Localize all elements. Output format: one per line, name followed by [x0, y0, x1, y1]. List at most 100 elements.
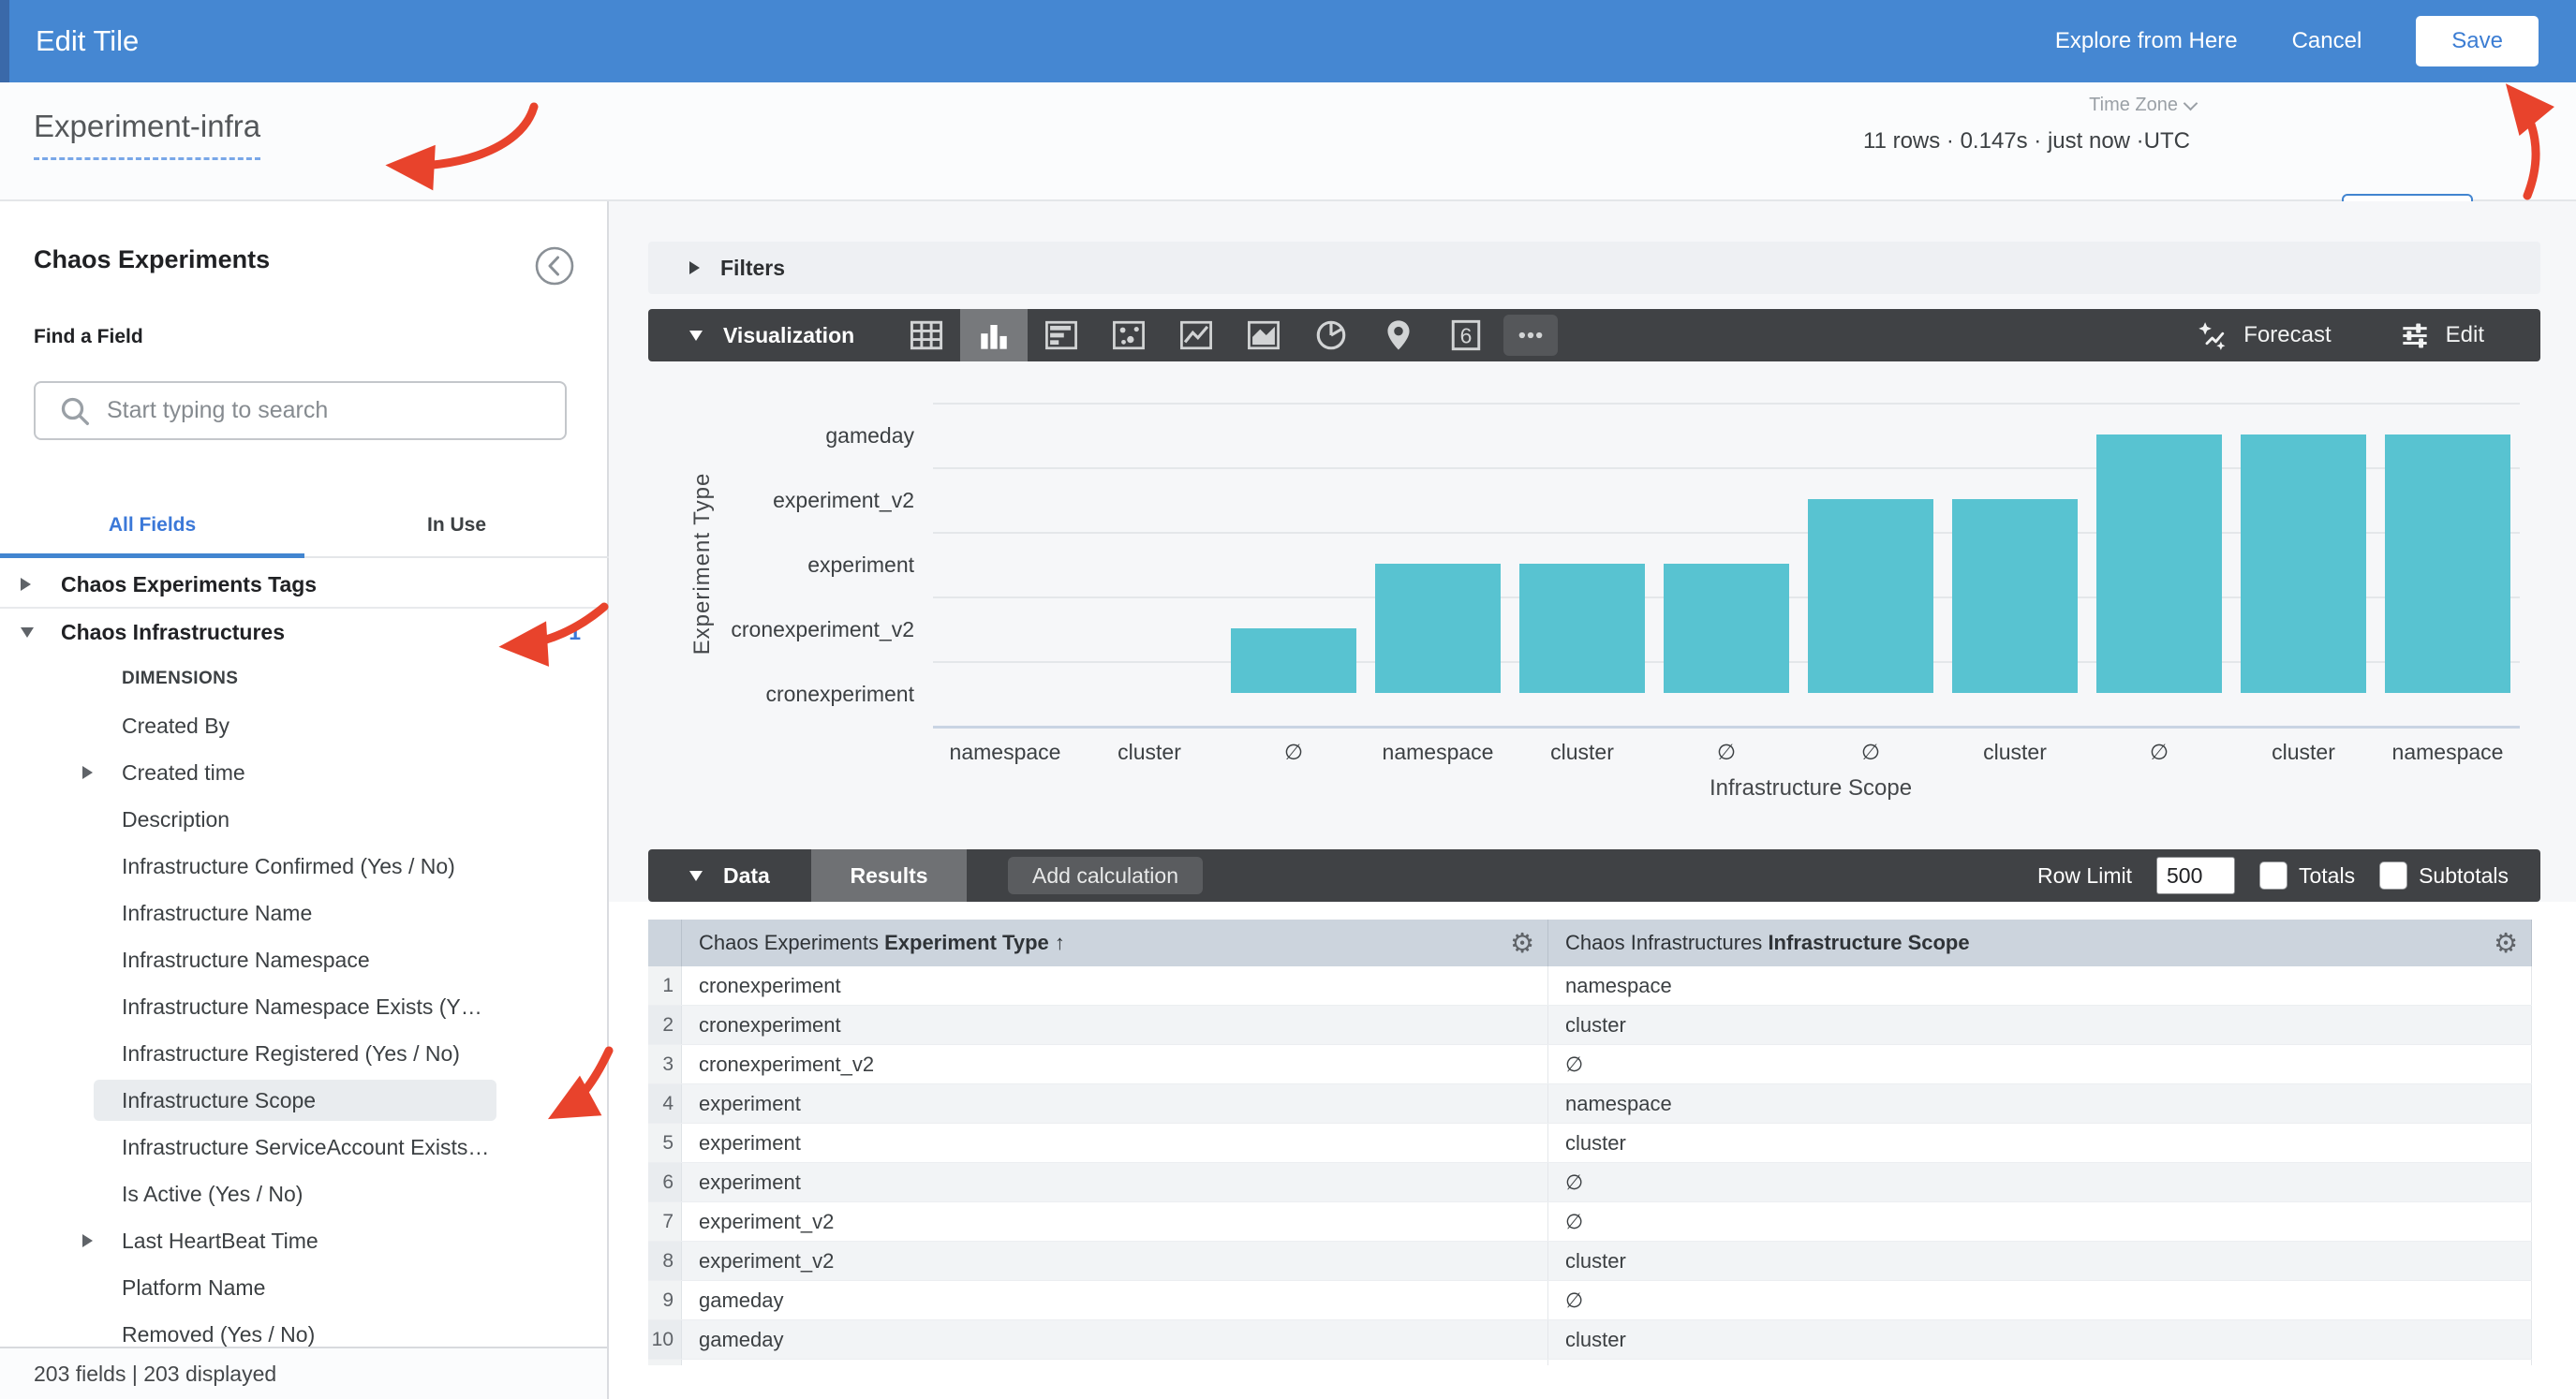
tile-title-editable[interactable]: Experiment-infra	[34, 109, 260, 160]
field-item-description[interactable]: Description	[0, 796, 607, 843]
area-chart-icon[interactable]	[1230, 309, 1297, 361]
column-chart: Experiment Type Infrastructure Scope gam…	[648, 361, 2540, 849]
cell-experiment-type[interactable]: experiment	[682, 1084, 1548, 1123]
field-item-chaos-experiments-tags[interactable]: Chaos Experiments Tags	[0, 562, 607, 609]
bar-experiment-namespace[interactable]	[1375, 564, 1501, 693]
subtotals-toggle[interactable]: Subtotals	[2379, 861, 2509, 890]
cell-experiment-type[interactable]: cronexperiment_v2	[682, 1045, 1548, 1083]
bar-gameday-cluster[interactable]	[2241, 434, 2366, 693]
line-chart-icon[interactable]	[1162, 309, 1230, 361]
cell-infrastructure-scope[interactable]: namespace	[1548, 966, 2532, 1005]
cell-experiment-type[interactable]: experiment	[682, 1163, 1548, 1201]
chart-type-switcher: 6	[893, 309, 1562, 361]
visualization-section-header: Visualization 6 Forecast	[648, 309, 2540, 361]
expand-right-icon[interactable]	[82, 766, 93, 779]
field-item-infrastructure-namespace-exists-y[interactable]: Infrastructure Namespace Exists (Y…	[0, 983, 607, 1030]
row-limit-input[interactable]	[2156, 857, 2235, 894]
cell-experiment-type[interactable]: gameday	[682, 1360, 1548, 1365]
results-tab[interactable]: Results	[811, 849, 967, 902]
cell-infrastructure-scope[interactable]: cluster	[1548, 1320, 2532, 1359]
map-chart-icon[interactable]	[1365, 309, 1432, 361]
filters-section-toggle[interactable]: Filters	[648, 242, 2540, 294]
column-chart-icon[interactable]	[960, 309, 1028, 361]
bar-gameday-null[interactable]	[2096, 434, 2222, 693]
collapse-down-icon[interactable]	[689, 331, 703, 341]
cell-infrastructure-scope[interactable]: ∅	[1548, 1202, 2532, 1241]
cell-experiment-type[interactable]: experiment_v2	[682, 1242, 1548, 1280]
field-item-chaos-infrastructures[interactable]: Chaos Infrastructures1	[0, 609, 607, 655]
x-axis-line	[933, 726, 2520, 729]
field-item-removed-yes-no[interactable]: Removed (Yes / No)	[0, 1311, 607, 1347]
cell-infrastructure-scope[interactable]: ∅	[1548, 1045, 2532, 1083]
collapse-sidebar-button[interactable]	[534, 245, 575, 287]
add-calculation-button[interactable]: Add calculation	[1008, 857, 1203, 894]
field-item-infrastructure-registered-yes-no[interactable]: Infrastructure Registered (Yes / No)	[0, 1030, 607, 1077]
column-header-experiment-type[interactable]: Chaos Experiments Experiment Type ↑⚙	[682, 920, 1548, 966]
row-number: 6	[648, 1163, 682, 1201]
collapse-down-icon[interactable]	[21, 627, 34, 638]
cell-infrastructure-scope[interactable]: cluster	[1548, 1242, 2532, 1280]
field-search-input[interactable]: Start typing to search	[34, 381, 567, 440]
table-row-8: 8experiment_v2cluster	[648, 1242, 2532, 1281]
cell-infrastructure-scope[interactable]: namespace	[1548, 1084, 2532, 1123]
cell-experiment-type[interactable]: experiment	[682, 1124, 1548, 1162]
sidebar-tab-in-use[interactable]: In Use	[304, 493, 609, 556]
cell-infrastructure-scope[interactable]: ∅	[1548, 1163, 2532, 1201]
field-item-created-time[interactable]: Created time	[0, 749, 607, 796]
row-number: 10	[648, 1320, 682, 1359]
save-button[interactable]: Save	[2416, 16, 2539, 66]
table-chart-icon[interactable]	[893, 309, 960, 361]
collapse-down-icon[interactable]	[689, 871, 703, 881]
field-item-created-by[interactable]: Created By	[0, 702, 607, 749]
cell-experiment-type[interactable]: cronexperiment	[682, 1006, 1548, 1044]
bar-cronexperiment_v2-null[interactable]	[1231, 628, 1356, 693]
cell-experiment-type[interactable]: gameday	[682, 1320, 1548, 1359]
field-item-last-heartbeat-time[interactable]: Last HeartBeat Time	[0, 1217, 607, 1264]
cancel-button[interactable]: Cancel	[2292, 28, 2362, 54]
bar-experiment-null[interactable]	[1664, 564, 1789, 693]
field-item-infrastructure-namespace[interactable]: Infrastructure Namespace	[0, 936, 607, 983]
cell-infrastructure-scope[interactable]: namespace	[1548, 1360, 2532, 1365]
cell-experiment-type[interactable]: experiment_v2	[682, 1202, 1548, 1241]
x-tick-label: ∅	[2087, 740, 2231, 765]
cell-infrastructure-scope[interactable]: ∅	[1548, 1281, 2532, 1319]
field-item-infrastructure-name[interactable]: Infrastructure Name	[0, 890, 607, 936]
field-item-dimensions[interactable]: DIMENSIONS	[0, 655, 607, 702]
cell-experiment-type[interactable]: gameday	[682, 1281, 1548, 1319]
totals-toggle[interactable]: Totals	[2259, 861, 2355, 890]
bar-experiment_v2-null[interactable]	[1808, 499, 1933, 693]
totals-checkbox[interactable]	[2259, 861, 2287, 890]
pie-chart-icon[interactable]	[1297, 309, 1365, 361]
bar-gameday-namespace[interactable]	[2385, 434, 2510, 693]
gear-icon[interactable]: ⚙	[2494, 927, 2518, 960]
explore-from-here-button[interactable]: Explore from Here	[2055, 28, 2238, 54]
field-label: Description	[122, 807, 229, 832]
field-item-infrastructure-serviceaccount-exists[interactable]: Infrastructure ServiceAccount Exists…	[0, 1124, 607, 1171]
scatter-chart-icon[interactable]	[1095, 309, 1162, 361]
sidebar-tab-all-fields[interactable]: All Fields	[0, 493, 304, 556]
single-value-icon[interactable]: 6	[1432, 309, 1500, 361]
column-field-name: Experiment Type ↑	[884, 931, 1065, 955]
edit-tile-page: Edit Tile Explore from Here Cancel Save …	[0, 0, 2576, 1399]
timezone-dropdown[interactable]: Time Zone	[2089, 95, 2196, 116]
svg-text:6: 6	[1460, 323, 1473, 347]
row-number: 11	[648, 1360, 682, 1365]
gear-icon[interactable]: ⚙	[1510, 927, 1534, 960]
expand-right-icon[interactable]	[21, 578, 31, 591]
field-item-infrastructure-scope[interactable]: Infrastructure Scope	[0, 1077, 607, 1124]
cell-infrastructure-scope[interactable]: cluster	[1548, 1006, 2532, 1044]
cell-experiment-type[interactable]: cronexperiment	[682, 966, 1548, 1005]
cell-infrastructure-scope[interactable]: cluster	[1548, 1124, 2532, 1162]
forecast-button[interactable]: Forecast	[2195, 317, 2331, 353]
expand-right-icon[interactable]	[82, 1234, 93, 1247]
subtotals-checkbox[interactable]	[2379, 861, 2407, 890]
field-item-is-active-yes-no[interactable]: Is Active (Yes / No)	[0, 1171, 607, 1217]
more-options-icon[interactable]	[1500, 309, 1562, 361]
field-item-platform-name[interactable]: Platform Name	[0, 1264, 607, 1311]
bar-experiment-cluster[interactable]	[1519, 564, 1645, 693]
column-header-infrastructure-scope[interactable]: Chaos Infrastructures Infrastructure Sco…	[1548, 920, 2532, 966]
bar-chart-icon[interactable]	[1028, 309, 1095, 361]
edit-visualization-button[interactable]: Edit	[2397, 317, 2484, 353]
bar-experiment_v2-cluster[interactable]	[1952, 499, 2078, 693]
field-item-infrastructure-confirmed-yes-no[interactable]: Infrastructure Confirmed (Yes / No)	[0, 843, 607, 890]
